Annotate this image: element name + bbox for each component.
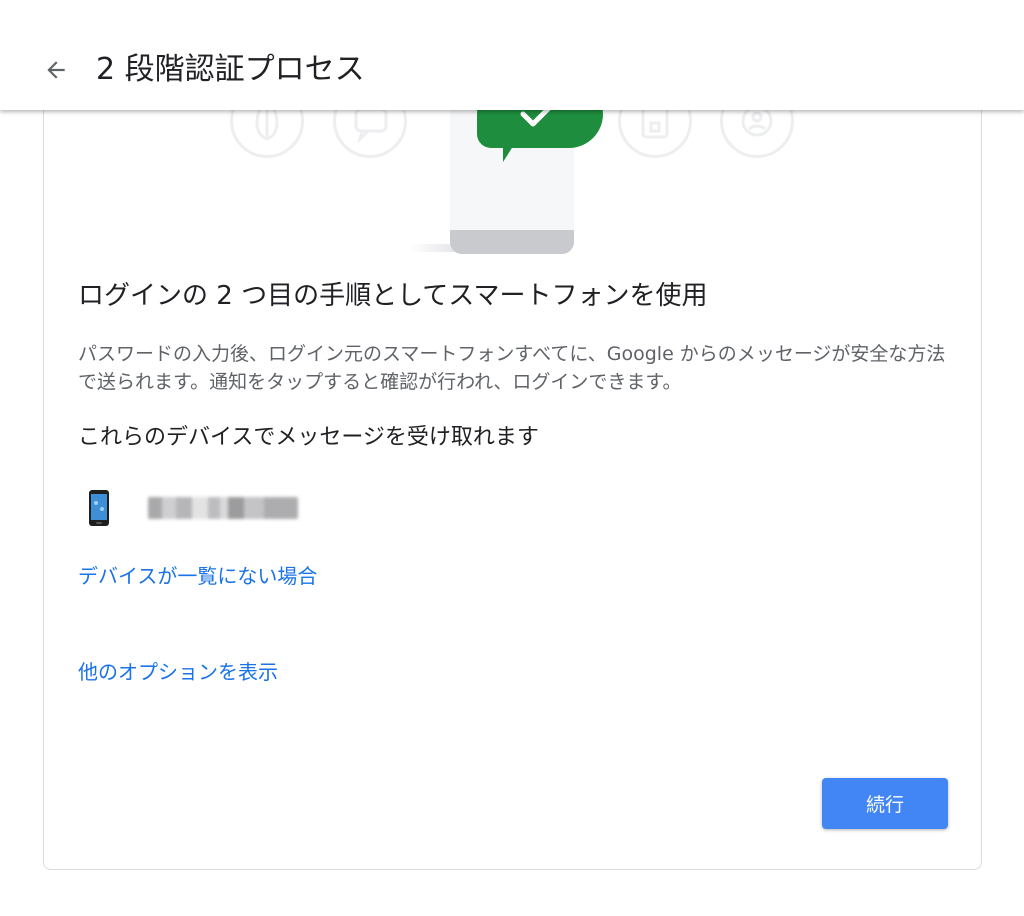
back-button[interactable] <box>36 50 76 90</box>
devices-missing-link[interactable]: デバイスが一覧にない場合 <box>78 561 317 591</box>
more-options-link[interactable]: 他のオプションを表示 <box>78 657 278 687</box>
page: 2 段階認証プロセス ログインの 2 つ目の手順としてスマートフォンを使用 パス… <box>0 0 1024 916</box>
section-description: パスワードの入力後、ログイン元のスマートフォンすべてに、Google からのメッ… <box>78 343 946 393</box>
device-name-redacted <box>148 497 298 519</box>
phone-bottom-bar <box>450 230 574 254</box>
device-list-item <box>88 488 298 528</box>
app-header: 2 段階認証プロセス <box>0 0 1024 110</box>
smartphone-icon <box>89 490 109 526</box>
section-heading: ログインの 2 つ目の手順としてスマートフォンを使用 <box>78 281 708 311</box>
bubble-tail <box>503 140 517 162</box>
continue-button[interactable]: 続行 <box>822 778 948 829</box>
page-title: 2 段階認証プロセス <box>96 52 365 87</box>
devices-heading: これらのデバイスでメッセージを受け取れます <box>78 425 539 450</box>
arrow-back-icon <box>47 61 65 79</box>
